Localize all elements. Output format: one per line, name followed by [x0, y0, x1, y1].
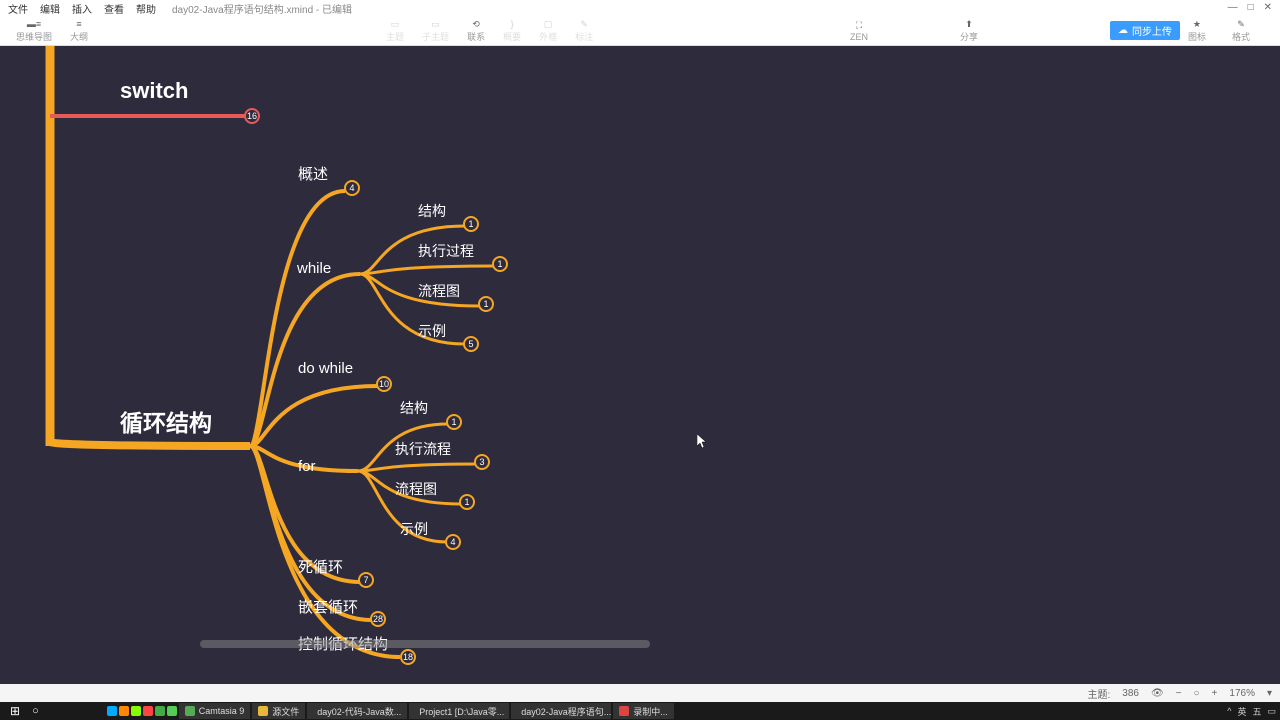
tool-share[interactable]: ⬆ 分享: [960, 18, 978, 43]
mindmap-branches: [0, 46, 1280, 684]
statusbar: 主题: 386 👁 − ○ + 176% ▾: [0, 684, 1280, 702]
toolbar: ▬≡ 思维导图 ≡ 大纲 ▭ 主题 ▭ 子主题 ⟲ 联系 } 概要 ▢ 外框 ✎…: [0, 16, 1280, 46]
cloud-sync-button[interactable]: ☁ 同步上传: [1110, 21, 1180, 40]
zoom-in-button[interactable]: +: [1212, 688, 1218, 699]
node-while-3[interactable]: 示例: [418, 321, 446, 341]
task-item[interactable]: day02-Java程序语句...: [511, 703, 611, 719]
zoom-out-button[interactable]: −: [1176, 688, 1182, 699]
task-item[interactable]: Camtasia 9: [179, 703, 251, 719]
node-while-2[interactable]: 流程图: [418, 281, 460, 301]
node-loop[interactable]: 循环结构: [120, 404, 212, 438]
notification-icon[interactable]: ▭: [1267, 706, 1276, 717]
menu-view[interactable]: 查看: [104, 1, 124, 16]
tray-app-icon[interactable]: [119, 706, 129, 716]
node-while[interactable]: while: [297, 260, 331, 277]
node-for-0[interactable]: 结构: [400, 398, 428, 418]
system-tray[interactable]: ^ 英 五 ▭: [1227, 705, 1276, 718]
menu-edit[interactable]: 编辑: [40, 1, 60, 16]
badge-infinite[interactable]: 7: [358, 572, 374, 588]
node-for-3[interactable]: 示例: [400, 519, 428, 539]
start-button[interactable]: ⊞: [4, 704, 26, 718]
tray-app-icon[interactable]: [167, 706, 177, 716]
node-for-2[interactable]: 流程图: [395, 479, 437, 499]
menubar: 文件 编辑 插入 查看 帮助 day02-Java程序语句结构.xmind - …: [0, 0, 1280, 16]
node-nested[interactable]: 嵌套循环: [298, 596, 358, 617]
mindmap-canvas[interactable]: switch 16 循环结构 概述 4 while 结构 1 执行过程 1 流程…: [0, 46, 1280, 684]
tray-chevron-icon[interactable]: ^: [1227, 706, 1231, 716]
status-topic-count: 386: [1122, 688, 1139, 699]
tray-app-icon[interactable]: [131, 706, 141, 716]
close-icon[interactable]: ✕: [1264, 2, 1272, 13]
node-infinite[interactable]: 死循环: [298, 556, 343, 577]
task-item[interactable]: Project1 [D:\Java零...: [409, 703, 509, 719]
node-while-0[interactable]: 结构: [418, 201, 446, 221]
tool-mindmap[interactable]: ▬≡ 思维导图: [16, 18, 52, 43]
status-topic-label: 主题:: [1087, 686, 1110, 701]
badge-for-2[interactable]: 1: [459, 494, 475, 510]
tool-style[interactable]: ✎ 格式: [1232, 18, 1250, 43]
tool-relation[interactable]: ⟲ 联系: [467, 18, 485, 43]
task-item[interactable]: 源文件: [252, 703, 305, 719]
visibility-icon[interactable]: 👁: [1151, 688, 1164, 699]
tool-subtopic[interactable]: ▭ 子主题: [422, 18, 449, 43]
tray-app-icon[interactable]: [107, 706, 117, 716]
tool-zen[interactable]: ⛶ ZEN: [850, 20, 868, 42]
badge-control[interactable]: 18: [400, 649, 416, 665]
zoom-dropdown-icon[interactable]: ▾: [1267, 688, 1272, 699]
document-title: day02-Java程序语句结构.xmind - 已编辑: [172, 1, 352, 16]
tool-marker[interactable]: ✎ 标注: [575, 18, 593, 43]
badge-while-0[interactable]: 1: [463, 216, 479, 232]
badge-while-3[interactable]: 5: [463, 336, 479, 352]
cortana-icon[interactable]: ○: [28, 705, 43, 717]
maximize-icon[interactable]: □: [1248, 2, 1254, 13]
tool-summary[interactable]: } 概要: [503, 18, 521, 43]
badge-while-2[interactable]: 1: [478, 296, 494, 312]
menu-help[interactable]: 帮助: [136, 1, 156, 16]
window-controls[interactable]: — □ ✕: [1220, 0, 1280, 15]
badge-for-3[interactable]: 4: [445, 534, 461, 550]
node-for[interactable]: for: [298, 458, 316, 475]
menu-insert[interactable]: 插入: [72, 1, 92, 16]
menu-file[interactable]: 文件: [8, 1, 28, 16]
badge-while-1[interactable]: 1: [492, 256, 508, 272]
horizontal-scrollbar[interactable]: [200, 640, 650, 648]
node-switch[interactable]: switch: [120, 78, 188, 104]
badge-dowhile[interactable]: 10: [376, 376, 392, 392]
taskbar: ⊞ ○ Camtasia 9 源文件 day02-代码-Java数... Pro…: [0, 702, 1280, 720]
tool-icon[interactable]: ★ 图标: [1188, 18, 1206, 43]
badge-overview[interactable]: 4: [344, 180, 360, 196]
task-item[interactable]: 录制中...: [613, 703, 674, 719]
node-while-1[interactable]: 执行过程: [418, 241, 474, 261]
tool-boundary[interactable]: ▢ 外框: [539, 18, 557, 43]
tray-app-icon[interactable]: [143, 706, 153, 716]
ime-mode[interactable]: 五: [1252, 705, 1261, 718]
badge-nested[interactable]: 28: [370, 611, 386, 627]
badge-switch[interactable]: 16: [244, 108, 260, 124]
mouse-cursor: [697, 434, 709, 450]
zoom-reset-button[interactable]: ○: [1194, 688, 1200, 699]
badge-for-0[interactable]: 1: [446, 414, 462, 430]
node-dowhile[interactable]: do while: [298, 360, 353, 377]
tray-app-icon[interactable]: [155, 706, 165, 716]
cloud-icon: ☁: [1118, 25, 1128, 36]
badge-for-1[interactable]: 3: [474, 454, 490, 470]
node-for-1[interactable]: 执行流程: [395, 439, 451, 459]
task-item[interactable]: day02-代码-Java数...: [307, 703, 407, 719]
minimize-icon[interactable]: —: [1228, 2, 1238, 13]
ime-indicator[interactable]: 英: [1237, 705, 1246, 718]
node-overview[interactable]: 概述: [298, 163, 328, 184]
tool-topic[interactable]: ▭ 主题: [386, 18, 404, 43]
zoom-level[interactable]: 176%: [1229, 688, 1255, 699]
tool-outline[interactable]: ≡ 大纲: [70, 18, 88, 43]
